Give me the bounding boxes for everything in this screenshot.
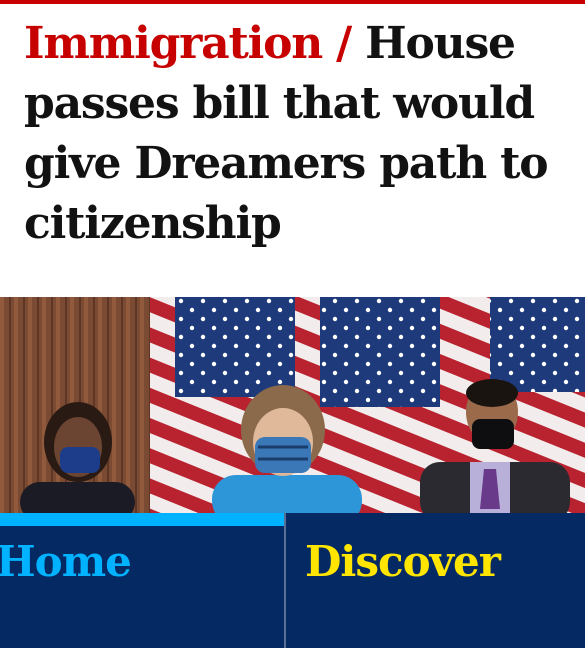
article-photo[interactable] — [0, 297, 585, 513]
section-kicker[interactable]: Immigration / — [24, 18, 365, 69]
active-tab-indicator — [0, 513, 284, 526]
kicker-separator: / — [322, 18, 366, 69]
nav-discover-label: Discover — [305, 537, 501, 586]
nav-home-tab[interactable]: Home — [0, 513, 284, 648]
nav-home-label: Home — [0, 537, 132, 586]
section-label: Immigration — [24, 18, 323, 69]
bottom-navigation: Home Discover — [0, 513, 585, 648]
nav-discover-tab[interactable]: Discover — [286, 513, 585, 648]
top-rule — [0, 0, 585, 4]
article-headline[interactable]: Immigration / House passes bill that wou… — [24, 14, 569, 254]
